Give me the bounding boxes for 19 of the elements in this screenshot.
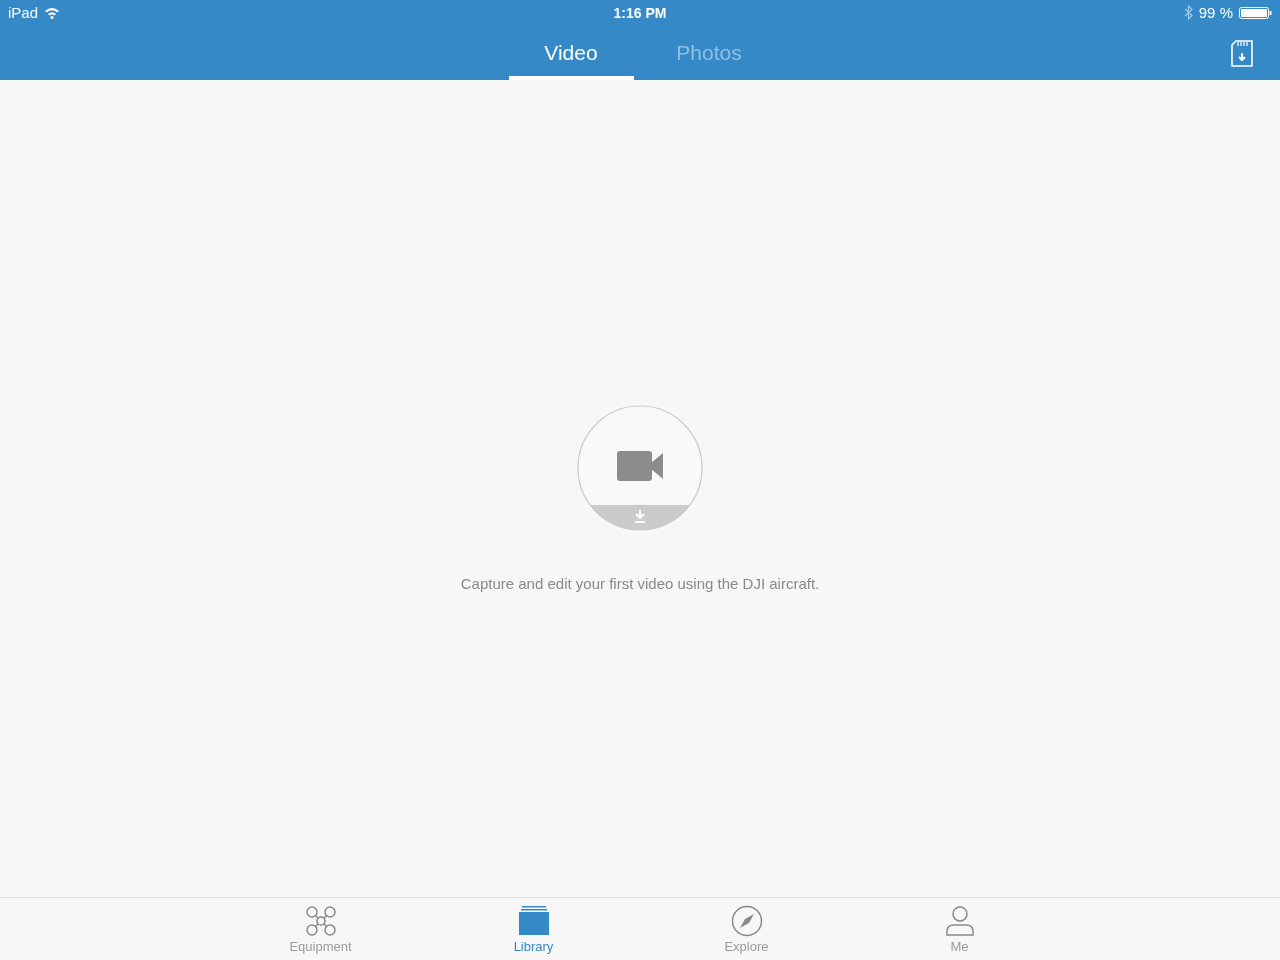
tab-bar-item[interactable]: Explore [640,898,853,960]
empty-state-message: Capture and edit your first video using the DJI aircraft. [460,575,820,592]
person-icon [943,905,976,937]
battery-icon [1239,6,1272,19]
battery-percentage: 99 % [1198,4,1233,21]
compass-icon [730,905,763,937]
tab-bar-item[interactable]: Library [427,898,640,960]
drone-icon [304,905,337,937]
device-name: iPad [8,4,39,21]
segment-tab[interactable]: Video [508,25,634,80]
status-time: 1:16 PM [613,4,667,21]
sd-card-download-icon[interactable] [1231,40,1253,67]
tab-bar-item[interactable]: Me [853,898,1066,960]
segment-tab[interactable]: Photos [646,25,772,80]
bluetooth-icon [1183,5,1193,20]
tab-bar-item[interactable]: Equipment [214,898,427,960]
video-download-placeholder-icon [577,405,703,531]
library-stack-icon [517,905,550,937]
wifi-icon [44,6,61,19]
